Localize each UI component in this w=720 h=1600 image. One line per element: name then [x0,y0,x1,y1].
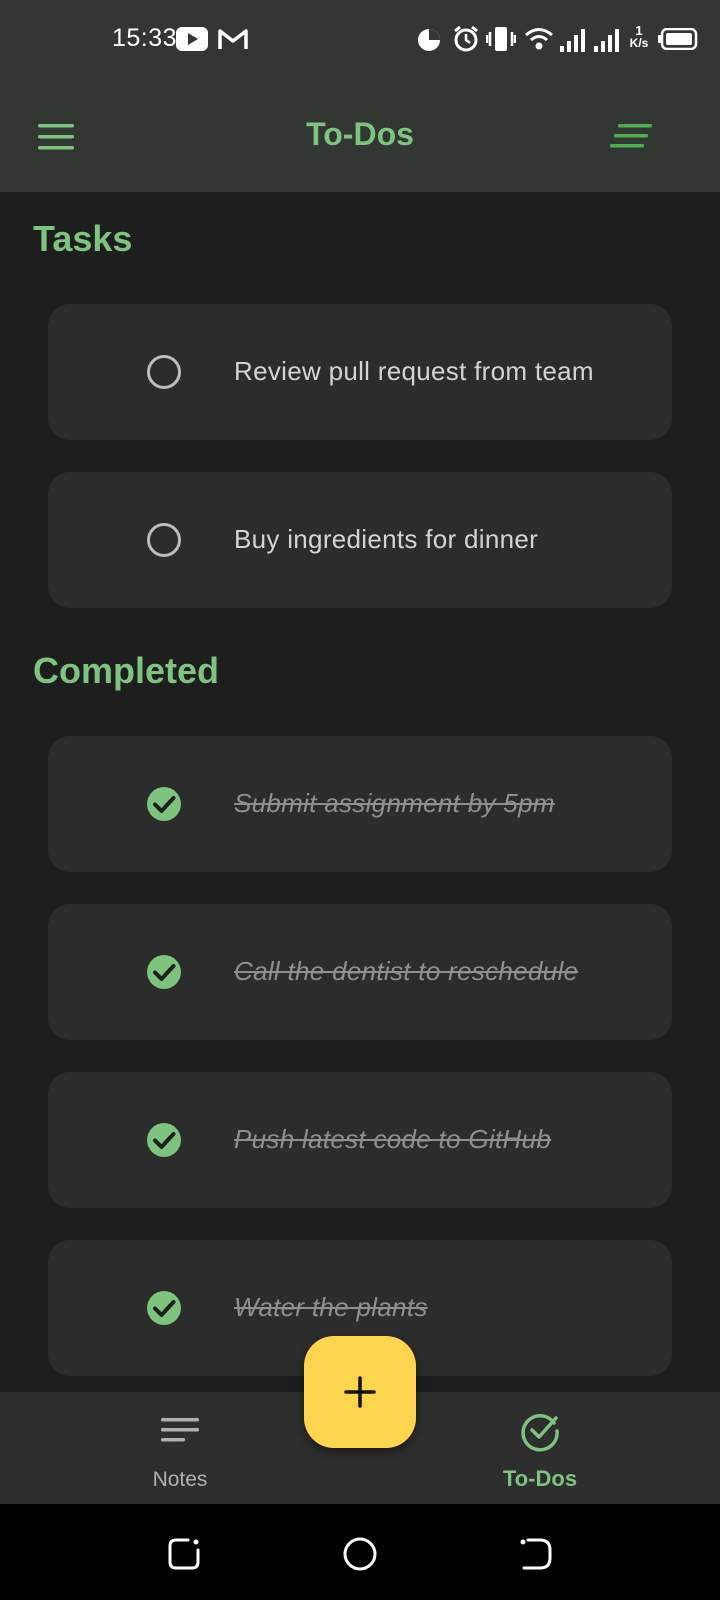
nav-label-notes: Notes [152,1468,208,1491]
net-speed-unit: K/s [629,36,649,50]
section-header-completed: Completed [33,650,220,691]
task-text: Review pull request from team [234,356,594,386]
alarm-icon [452,25,480,58]
check-circle-icon [147,955,181,989]
task-text: Call the dentist to reschedule [234,956,579,986]
plus-icon [344,1376,376,1408]
recents-button[interactable] [166,1536,202,1572]
battery-icon [658,27,698,55]
home-button[interactable] [342,1536,378,1572]
task-item[interactable]: Buy ingredients for dinner [48,472,672,608]
system-navigation-bar [0,1504,720,1600]
circle-outline-icon [147,355,181,389]
youtube-icon [176,27,208,56]
status-time: 15:33 [112,24,178,52]
checkbox-checked[interactable] [146,954,182,990]
gmail-icon [218,27,248,56]
checkbox-checked[interactable] [146,1122,182,1158]
status-bar: 15:33 1 K/s [0,0,720,80]
net-speed: 1 K/s [626,24,652,50]
recents-icon [168,1538,200,1570]
nav-item-notes[interactable]: Notes [130,1392,230,1504]
completed-task-item[interactable]: Push latest code to GitHub [48,1072,672,1208]
task-text: Water the plants [234,1292,428,1322]
check-circle-icon [147,1123,181,1157]
task-text: Push latest code to GitHub [234,1124,552,1154]
sort-icon [610,124,652,148]
circle-outline-icon [147,523,181,557]
checkbox-unchecked[interactable] [146,354,182,390]
check-circle-icon [521,1414,559,1452]
task-text: Submit assignment by 5pm [234,788,555,818]
vibrate-icon [485,26,517,57]
wifi-icon [524,27,554,56]
checkbox-unchecked[interactable] [146,522,182,558]
add-task-button[interactable] [304,1336,416,1448]
check-circle-icon [147,787,181,821]
back-icon [520,1538,552,1570]
completed-task-item[interactable]: Call the dentist to reschedule [48,904,672,1040]
section-header-tasks: Tasks [33,218,133,259]
nav-item-todos[interactable]: To-Dos [480,1392,600,1504]
signal-icon [594,28,622,57]
notes-icon [161,1418,199,1442]
check-circle-icon [147,1291,181,1325]
data-usage-icon [416,27,442,58]
completed-task-item[interactable]: Submit assignment by 5pm [48,736,672,872]
task-item[interactable]: Review pull request from team [48,304,672,440]
app-bar: To-Dos [0,80,720,192]
signal-icon [560,28,588,57]
back-button[interactable] [518,1536,554,1572]
checkbox-checked[interactable] [146,786,182,822]
sort-button[interactable] [610,122,654,152]
checkbox-checked[interactable] [146,1290,182,1326]
task-text: Buy ingredients for dinner [234,524,539,554]
home-icon [343,1537,377,1571]
nav-label-todos: To-Dos [502,1466,578,1491]
